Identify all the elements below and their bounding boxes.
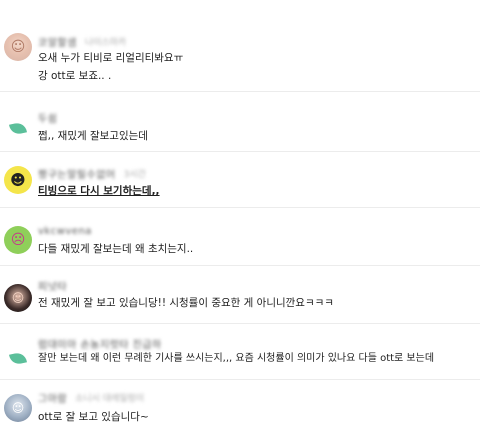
comment-meta: 두쉼 [38, 110, 57, 125]
cartoon-face-icon: ☻ [10, 171, 26, 189]
comment-list: ☺ 코알할샘 나이스마카 오새 누가 티비로 리얼리티봐요ㅠ 강 ott로 보죠… [0, 0, 480, 434]
avatar[interactable] [4, 114, 32, 142]
comment-line: 잘만 보는데 왜 이런 무례한 기사를 쓰시는지,,, 요즘 시청률이 의미가 … [38, 353, 435, 364]
comment-meta: vkcwvena [38, 224, 92, 238]
author-name[interactable]: 그아람 [38, 390, 67, 405]
comment-line: 쩝,, 재밌게 잘보고있는데 [38, 130, 148, 142]
comment-line: 티빙으로 다시 보기하는데,, [38, 185, 160, 197]
comment-line: ott로 잘 보고 있습니다~ [38, 411, 149, 423]
comment-item: 두쉼 쩝,, 재밌게 잘보고있는데 [0, 92, 480, 152]
comment-date: 소니시 대레일렁이 [75, 393, 145, 404]
author-name[interactable]: 럼대미아 손농지럿타 진급하 [38, 336, 162, 351]
author-name[interactable]: 짱구는말릴수없어 [38, 166, 116, 181]
comment-text: 티빙으로 다시 보기하는데,, [38, 182, 160, 200]
face-icon: ☺ [11, 401, 25, 415]
leaf-icon [9, 350, 27, 366]
author-name[interactable]: 두쉼 [38, 110, 57, 125]
comment-meta: 피넛타 [38, 278, 67, 293]
comment-text: 잘만 보는데 왜 이런 무례한 기사를 쓰시는지,,, 요즘 시청률이 의미가 … [38, 350, 434, 368]
author-name[interactable]: 코알할샘 [38, 34, 77, 49]
avatar[interactable]: ☻ [4, 166, 32, 194]
comment-text: 오새 누가 티비로 리얼리티봐요ㅠ 강 ott로 보죠.. . [38, 49, 183, 85]
face-icon: ☺ [10, 39, 26, 55]
comment-meta: 짱구는말릴수없어 3시간 [38, 166, 146, 181]
comment-meta: 그아람 소니시 대레일렁이 [38, 390, 145, 405]
comment-line: 오새 누가 티비로 리얼리티봐요ㅠ [38, 52, 184, 64]
comment-line: 다들 재밌게 잘보는데 왜 초치는지.. [38, 243, 194, 255]
comment-text: 쩝,, 재밌게 잘보고있는데 [38, 127, 148, 145]
comment-item: ☺ 코알할샘 나이스마카 오새 누가 티비로 리얼리티봐요ㅠ 강 ott로 보죠… [0, 0, 480, 92]
comment-item: ☻ 짱구는말릴수없어 3시간 티빙으로 다시 보기하는데,, [0, 152, 480, 208]
avatar[interactable]: ☺ [4, 33, 32, 61]
comment-text: 전 재밌게 잘 보고 있습니당!! 시청률이 중요한 게 아니니깐요ㅋㅋㅋ [38, 294, 334, 312]
comment-date: 3시간 [123, 169, 146, 180]
author-name[interactable]: 피넛타 [38, 278, 67, 293]
author-name[interactable]: vkcwvena [38, 226, 92, 237]
comment-item: 럼대미아 손농지럿타 진급하 잘만 보는데 왜 이런 무례한 기사를 쓰시는지,… [0, 324, 480, 380]
face-icon: ☺ [11, 291, 25, 305]
comment-item: ☺ 그아람 소니시 대레일렁이 ott로 잘 보고 있습니다~ [0, 380, 480, 434]
comment-item: ☺ 피넛타 전 재밌게 잘 보고 있습니당!! 시청률이 중요한 게 아니니깐요… [0, 266, 480, 324]
comment-line: 강 ott로 보죠.. . [38, 70, 112, 82]
cartoon-face-icon: ☹ [10, 232, 26, 248]
comment-meta: 럼대미아 손농지럿타 진급하 [38, 336, 162, 351]
avatar[interactable] [4, 344, 32, 372]
avatar[interactable]: ☹ [4, 226, 32, 254]
comment-date: 나이스마카 [84, 37, 127, 48]
comment-meta: 코알할샘 나이스마카 [38, 34, 127, 49]
avatar[interactable]: ☺ [4, 394, 32, 422]
avatar[interactable]: ☺ [4, 284, 32, 312]
comment-line: 전 재밌게 잘 보고 있습니당!! 시청률이 중요한 게 아니니깐요ㅋㅋㅋ [38, 297, 334, 309]
comment-item: ☹ vkcwvena 다들 재밌게 잘보는데 왜 초치는지.. [0, 208, 480, 266]
leaf-icon [9, 120, 27, 136]
comment-text: 다들 재밌게 잘보는데 왜 초치는지.. [38, 240, 193, 258]
comment-text: ott로 잘 보고 있습니다~ [38, 408, 149, 426]
